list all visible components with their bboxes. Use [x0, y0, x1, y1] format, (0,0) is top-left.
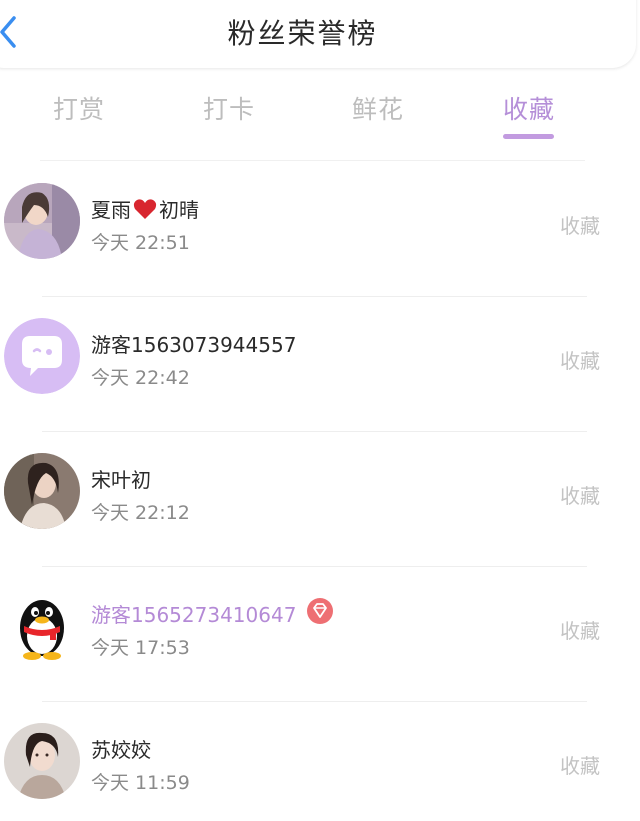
page-title: 粉丝荣誉榜 — [227, 17, 378, 50]
diamond-icon — [306, 597, 334, 625]
action-label: 收藏 — [560, 214, 600, 238]
tab-flowers[interactable]: 鲜花 — [352, 90, 404, 126]
user-name: 夏雨 初晴 — [91, 194, 199, 225]
timestamp: 今天 22:51 — [91, 232, 190, 254]
user-name: 游客1563073944557 — [91, 333, 297, 357]
timestamp: 今天 22:12 — [91, 502, 190, 524]
tab-favorites[interactable]: 收藏 — [503, 90, 555, 126]
action-label: 收藏 — [560, 349, 600, 373]
active-tab-indicator — [503, 134, 554, 139]
tab-reward[interactable]: 打赏 — [53, 90, 105, 126]
user-avatar — [4, 723, 80, 799]
action-label: 收藏 — [560, 754, 600, 778]
row-divider — [42, 431, 587, 432]
action-label: 收藏 — [560, 619, 600, 643]
user-name: 苏姣姣 — [91, 738, 151, 762]
row-divider — [42, 701, 587, 702]
fan-list-item[interactable]: 游客1563073944557 今天 22:42 收藏 — [0, 315, 640, 395]
user-avatar — [4, 453, 80, 529]
user-name: 游客1565273410647 — [91, 603, 297, 627]
heart-icon — [133, 198, 157, 225]
penguin-avatar — [4, 588, 80, 664]
timestamp: 今天 17:53 — [91, 637, 190, 659]
fan-list-item[interactable]: 夏雨 初晴 今天 22:51 收藏 — [0, 180, 640, 260]
timestamp: 今天 22:42 — [91, 367, 190, 389]
chat-bubble-avatar — [4, 318, 80, 394]
row-divider — [42, 566, 587, 567]
timestamp: 今天 11:59 — [91, 772, 190, 794]
tab-checkin[interactable]: 打卡 — [203, 90, 255, 126]
user-avatar — [4, 183, 80, 259]
row-divider — [42, 296, 587, 297]
fan-list-item[interactable]: 苏姣姣 今天 11:59 收藏 — [0, 720, 640, 800]
fan-list-item[interactable]: 宋叶初 今天 22:12 收藏 — [0, 450, 640, 530]
action-label: 收藏 — [560, 484, 600, 508]
fan-list-item[interactable]: 游客1565273410647 今天 17:53 收藏 — [0, 585, 640, 665]
tabs-divider — [40, 160, 585, 161]
user-name: 宋叶初 — [91, 468, 151, 492]
